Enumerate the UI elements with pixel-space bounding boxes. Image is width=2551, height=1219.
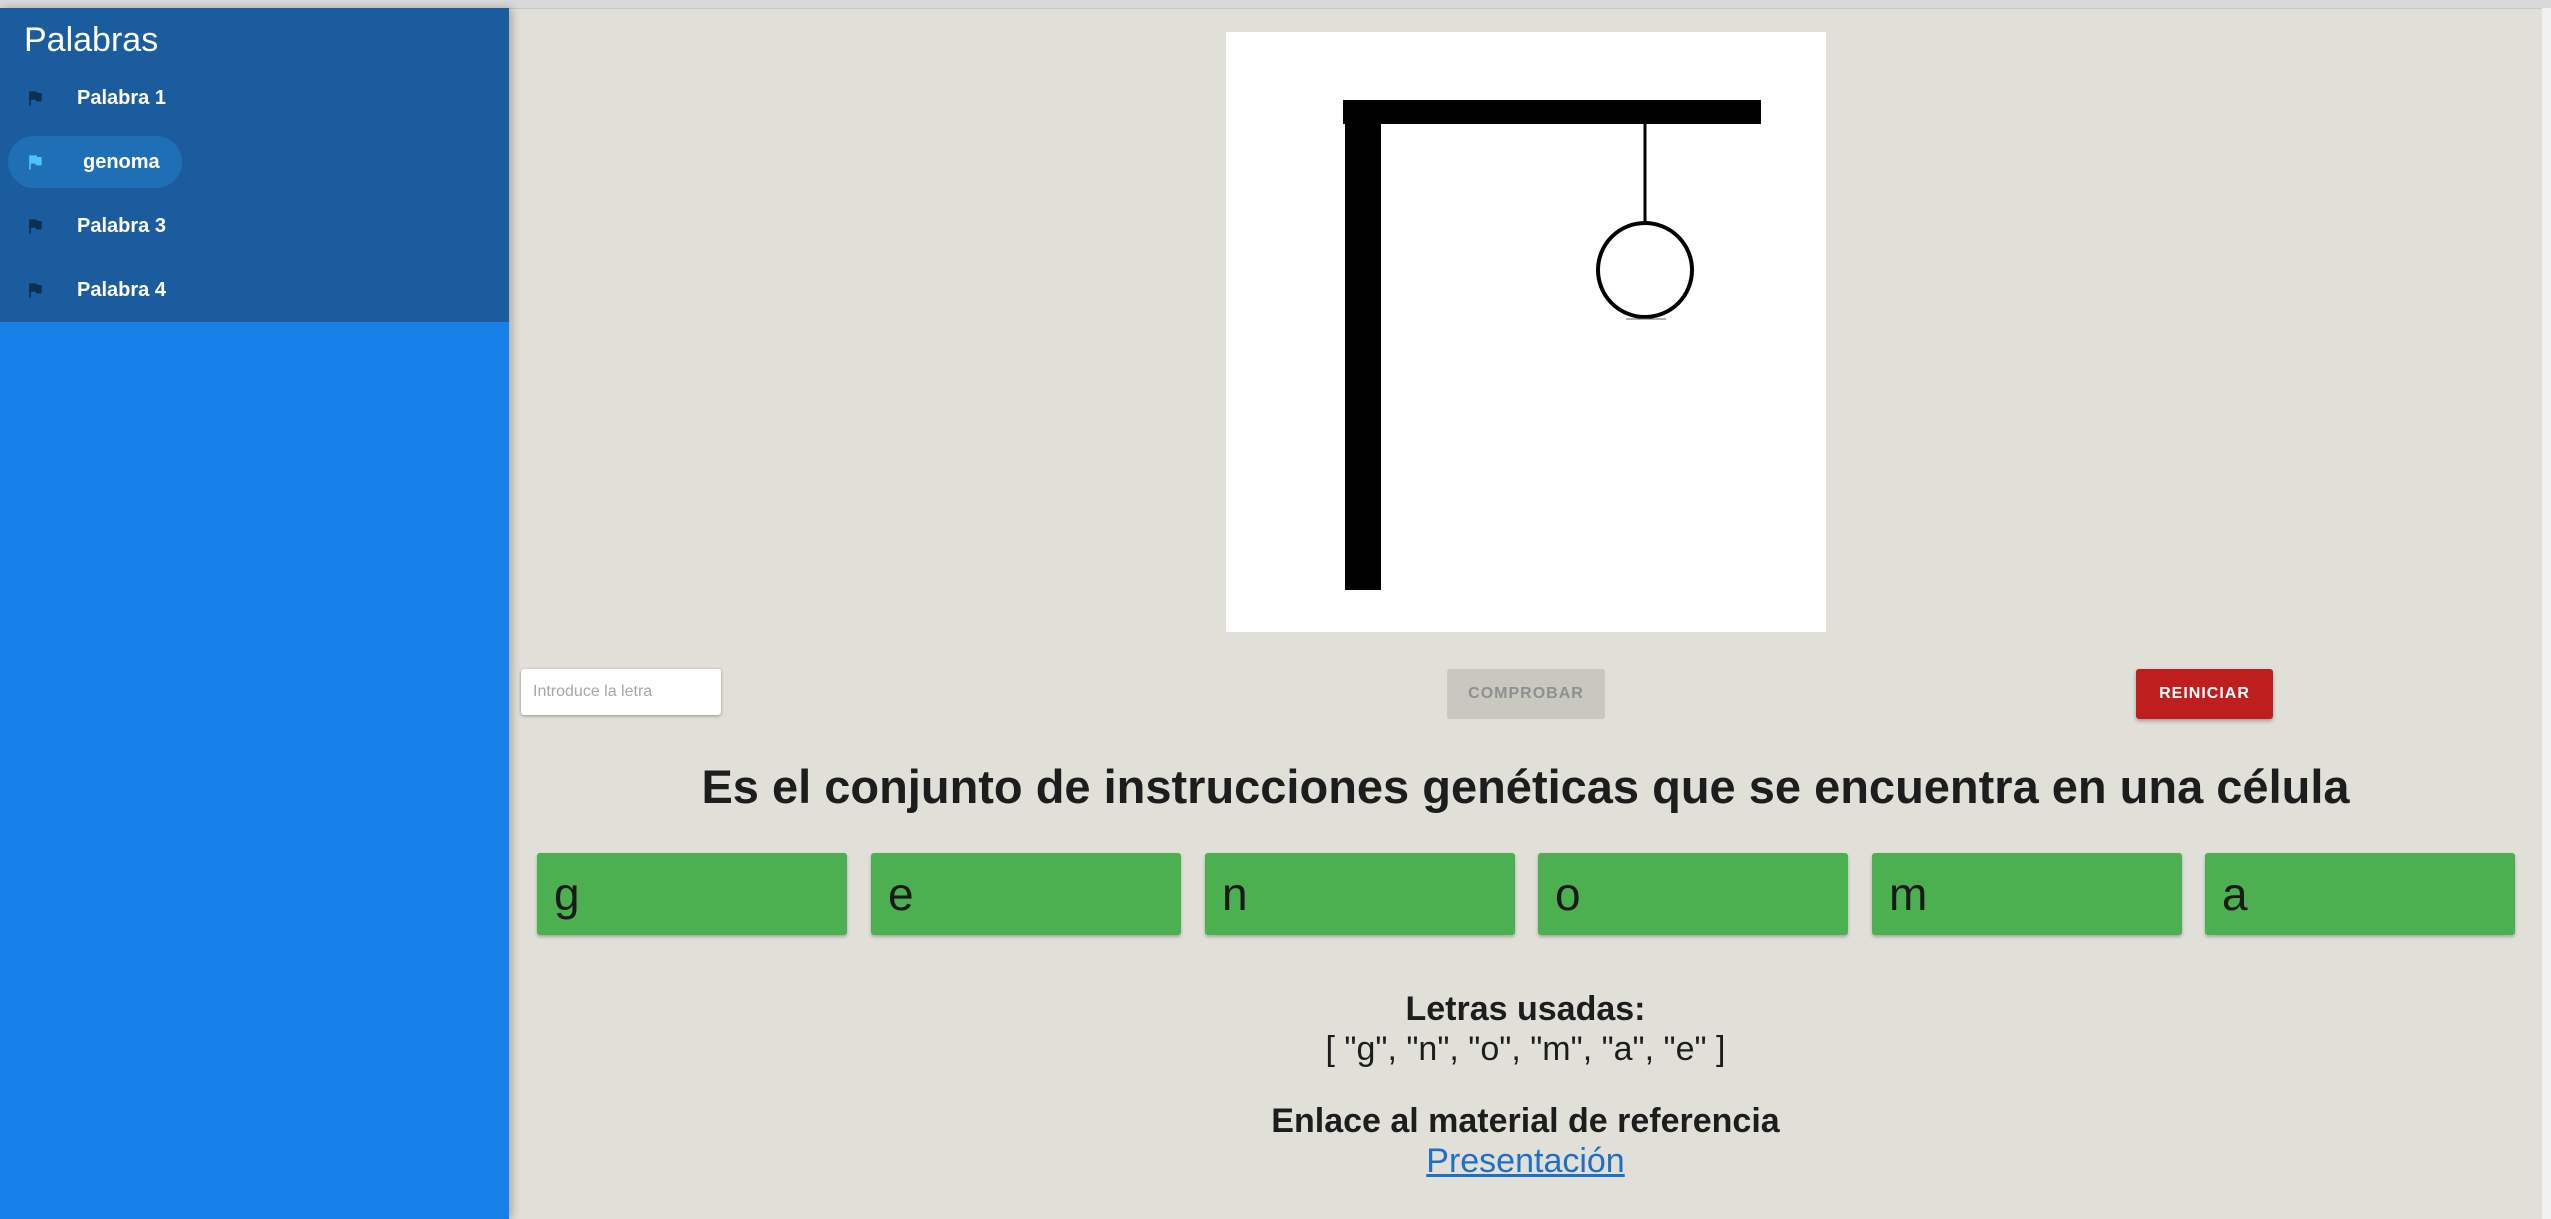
sidebar-item-label: genoma [83, 150, 160, 173]
letter-slot: n [1205, 853, 1515, 935]
letter-slot: m [1872, 853, 2182, 935]
page-scrollbar[interactable] [2542, 8, 2551, 1219]
letter-slot: a [2205, 853, 2515, 935]
sidebar-title: Palabras [24, 21, 159, 59]
sidebar-item-palabra-1[interactable]: Palabra 1 [8, 72, 166, 124]
letter-slot: g [537, 853, 847, 935]
gallows-post [1345, 100, 1381, 590]
reference-link-container: Presentación [509, 1139, 2542, 1190]
flag-icon [25, 87, 47, 109]
sidebar-item-genoma[interactable]: genoma [8, 136, 182, 188]
flag-icon [25, 151, 47, 173]
reset-button[interactable]: Reiniciar [2136, 669, 2273, 719]
sidebar-item-label: Palabra 4 [77, 278, 166, 301]
letter-slot: e [871, 853, 1181, 935]
word-clue: Es el conjunto de instrucciones genética… [701, 760, 2350, 813]
sidebar: Palabras Palabra 1 genoma Palabra 3 Pala… [0, 8, 509, 1219]
reference-title: Enlace al material de referencia [1271, 1102, 1780, 1140]
hangman-head [1596, 221, 1694, 319]
hangman-drawing [1226, 32, 1826, 632]
check-button[interactable]: Comprobar [1447, 669, 1605, 719]
sidebar-item-palabra-4[interactable]: Palabra 4 [8, 264, 166, 316]
sidebar-item-label: Palabra 1 [77, 86, 166, 109]
gallows-beam [1343, 100, 1761, 124]
reference-link[interactable]: Presentación [1426, 1142, 1624, 1180]
word-list-panel: Palabras Palabra 1 genoma Palabra 3 Pala… [0, 8, 509, 322]
flag-icon [25, 279, 47, 301]
sidebar-item-palabra-3[interactable]: Palabra 3 [8, 200, 166, 252]
used-letters-title: Letras usadas: [1405, 990, 1646, 1028]
flag-icon [25, 215, 47, 237]
sidebar-item-label: Palabra 3 [77, 214, 166, 237]
letter-slot: o [1538, 853, 1848, 935]
letter-input[interactable] [521, 669, 721, 715]
used-letters-list: [ "g", "n", "o", "m", "a", "e" ] [1325, 1030, 1726, 1068]
